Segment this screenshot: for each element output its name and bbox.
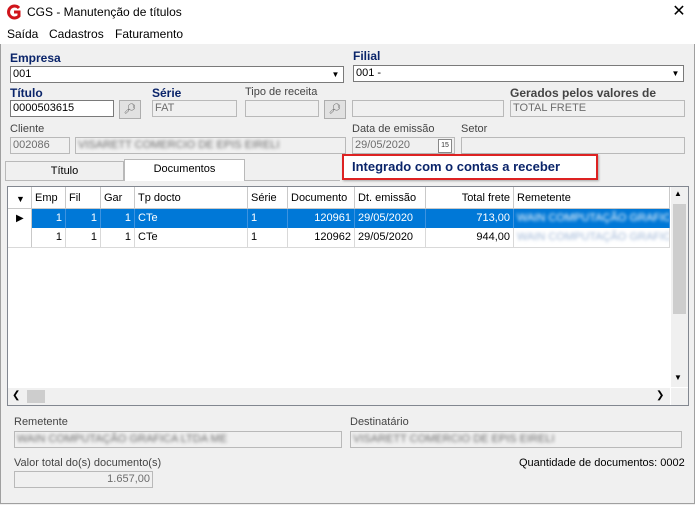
setor-input — [461, 137, 685, 154]
menu-faturamento[interactable]: Faturamento — [115, 27, 183, 41]
scroll-corner — [671, 388, 688, 405]
qtd-label-text: Quantidade de documentos: — [519, 457, 658, 469]
chevron-down-icon[interactable]: ▼ — [669, 67, 682, 80]
documents-grid: ▼ Emp Fil Gar Tp docto Série Documento D… — [7, 186, 689, 406]
cell-remetente: WAIN COMPUTAÇÃO GRAFICA LTDA ME — [514, 228, 670, 247]
grid-header-gar[interactable]: Gar — [101, 187, 135, 209]
row-indicator[interactable] — [8, 228, 32, 247]
grid-header-documento[interactable]: Documento — [288, 187, 355, 209]
destinatario-input: VISARETT COMERCIO DE EPIS EIRELI — [350, 431, 682, 448]
filial-label: Filial — [353, 49, 381, 63]
cliente-code-input: 002086 — [10, 137, 70, 154]
titulo-label: Título — [10, 86, 43, 100]
cell-serie: 1 — [248, 228, 288, 247]
grid-header-emp[interactable]: Emp — [32, 187, 66, 209]
cliente-name-input: VISARETT COMERCIO DE EPIS EIRELI — [75, 137, 346, 154]
setor-label: Setor — [461, 123, 488, 135]
calendar-icon: 15 — [438, 139, 452, 153]
remetente-value: WAIN COMPUTAÇÃO GRAFICA LTDA ME — [17, 433, 228, 445]
cell-fil: 1 — [66, 228, 101, 247]
cell-documento: 120962 — [288, 228, 355, 247]
menu-bar — [0, 24, 695, 44]
cell-remetente: WAIN COMPUTAÇÃO GRAFICA LTDA ME — [514, 209, 670, 228]
menu-saida[interactable]: Saída — [7, 27, 38, 41]
search-titulo-binoculars-icon[interactable]: 🔎︎ — [119, 100, 141, 119]
valor-total-label: Valor total do(s) documento(s) — [14, 457, 162, 469]
cell-gar: 1 — [101, 228, 135, 247]
cell-tp-docto: CTe — [135, 209, 248, 228]
grid-header-dt-emissao[interactable]: Dt. emissão — [355, 187, 426, 209]
vertical-scrollbar[interactable]: ▲ ▼ — [671, 187, 688, 387]
tipo-receita-input — [245, 100, 319, 117]
integration-status-banner: Integrado com o contas a receber — [342, 154, 598, 180]
data-emissao-value: 29/05/2020 — [355, 139, 411, 151]
cell-fil: 1 — [66, 209, 101, 228]
empresa-value: 001 — [13, 68, 32, 80]
cell-tp-docto: CTe — [135, 228, 248, 247]
cell-total-frete: 713,00 — [426, 209, 514, 228]
cell-serie: 1 — [248, 209, 288, 228]
qtd-documentos-label: Quantidade de documentos: 0002 — [519, 457, 685, 469]
table-row[interactable]: ▶ 1 1 1 CTe 1 120961 29/05/2020 713,00 W… — [8, 209, 670, 228]
cliente-label: Cliente — [10, 123, 45, 135]
horizontal-scroll-thumb[interactable] — [27, 390, 45, 403]
empresa-select[interactable]: 001 ▼ — [10, 66, 344, 83]
serie-label: Série — [152, 86, 182, 100]
table-row[interactable]: 1 1 1 CTe 1 120962 29/05/2020 944,00 WAI… — [8, 228, 670, 248]
window-title: CGS - Manutenção de títulos — [27, 5, 182, 19]
search-tipo-receita-binoculars-icon: 🔎︎ — [324, 100, 346, 119]
tab-documentos[interactable]: Documentos — [124, 159, 245, 181]
destinatario-label: Destinatário — [350, 416, 409, 428]
vertical-scroll-thumb[interactable] — [673, 204, 686, 314]
grid-header-tp-docto[interactable]: Tp docto — [135, 187, 248, 209]
tipo-receita-label: Tipo de receita — [245, 86, 318, 98]
cell-dt-emissao: 29/05/2020 — [355, 228, 426, 247]
cell-remetente-value: WAIN COMPUTAÇÃO GRAFICA LTDA ME — [517, 231, 669, 243]
grid-corner: ▼ — [8, 187, 32, 209]
cell-remetente-value: WAIN COMPUTAÇÃO GRAFICA LTDA ME — [517, 212, 669, 224]
grid-header-serie[interactable]: Série — [248, 187, 288, 209]
tipo-receita-desc-input — [352, 100, 504, 117]
row-indicator[interactable]: ▶ — [8, 209, 32, 228]
scroll-right-icon[interactable]: ❯ — [656, 390, 664, 401]
filial-select[interactable]: 001 - ▼ — [353, 65, 684, 82]
scroll-up-icon[interactable]: ▲ — [674, 189, 682, 198]
titulo-input[interactable]: 0000503615 — [10, 100, 114, 117]
gerados-label: Gerados pelos valores de — [510, 86, 657, 100]
cell-total-frete: 944,00 — [426, 228, 514, 247]
app-logo-icon — [7, 4, 21, 20]
grid-header-total-frete[interactable]: Total frete — [426, 187, 514, 209]
chevron-down-icon[interactable]: ▼ — [329, 68, 342, 81]
close-button[interactable]: ✕ — [664, 1, 694, 23]
empresa-label: Empresa — [10, 51, 61, 65]
qtd-value: 0002 — [660, 457, 685, 469]
remetente-label: Remetente — [14, 416, 68, 428]
cell-dt-emissao: 29/05/2020 — [355, 209, 426, 228]
grid-header-remetente[interactable]: Remetente — [514, 187, 670, 209]
remetente-input: WAIN COMPUTAÇÃO GRAFICA LTDA ME — [14, 431, 342, 448]
scroll-left-icon[interactable]: ❮ — [12, 390, 20, 401]
cliente-name-value: VISARETT COMERCIO DE EPIS EIRELI — [78, 139, 280, 151]
destinatario-value: VISARETT COMERCIO DE EPIS EIRELI — [353, 433, 555, 445]
tab-titulo[interactable]: Título — [5, 161, 124, 181]
caret-down-icon: ▼ — [16, 194, 25, 204]
gerados-input: TOTAL FRETE — [510, 100, 685, 117]
serie-input: FAT — [152, 100, 237, 117]
scroll-down-icon[interactable]: ▼ — [674, 373, 682, 382]
menu-cadastros[interactable]: Cadastros — [49, 27, 104, 41]
row-pointer-icon: ▶ — [16, 213, 24, 224]
valor-total-input: 1.657,00 — [14, 471, 153, 488]
cell-emp: 1 — [32, 209, 66, 228]
cell-documento: 120961 — [288, 209, 355, 228]
horizontal-scrollbar[interactable]: ❮ ❯ — [8, 388, 670, 405]
filial-value: 001 - — [356, 67, 382, 79]
data-emissao-input: 29/05/2020 15 — [352, 137, 455, 154]
grid-header-fil[interactable]: Fil — [66, 187, 101, 209]
data-emissao-label: Data de emissão — [352, 123, 435, 135]
cell-gar: 1 — [101, 209, 135, 228]
cell-emp: 1 — [32, 228, 66, 247]
